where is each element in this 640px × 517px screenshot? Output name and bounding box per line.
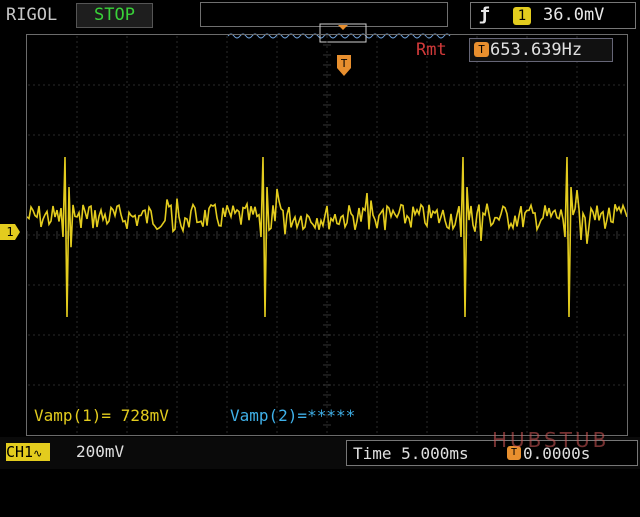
channel1-name: CH1 bbox=[6, 443, 34, 461]
vertical-scale[interactable]: 200mV bbox=[76, 442, 124, 461]
frequency-readout: T 653.639Hz bbox=[469, 38, 613, 62]
memory-depth-bar bbox=[200, 2, 451, 43]
measurement-vamp2: Vamp(2)=***** bbox=[230, 406, 356, 425]
channel1-ground-marker[interactable]: 1 bbox=[0, 224, 20, 240]
waveform-grid bbox=[26, 34, 628, 433]
ac-coupling-icon: ∿ bbox=[33, 447, 43, 460]
remote-mode-label: Rmt bbox=[416, 40, 447, 60]
time-label: Time bbox=[353, 444, 392, 463]
watermark-logo: HUBSTUB bbox=[492, 428, 610, 452]
trigger-source-badge: 1 bbox=[513, 7, 531, 25]
trigger-level: 36.0mV bbox=[543, 5, 605, 25]
trigger-position-marker[interactable]: T bbox=[318, 36, 352, 81]
trigger-marker-label: T bbox=[341, 57, 348, 70]
measurement-vamp1: Vamp(1)= 728mV bbox=[34, 406, 169, 425]
time-scale: 5.000ms bbox=[401, 444, 469, 463]
rising-edge-icon: ƒ bbox=[479, 4, 490, 25]
brand-logo: RIGOL bbox=[6, 5, 58, 25]
channel1-label[interactable]: CH1∿ bbox=[6, 443, 50, 461]
run-state-indicator[interactable]: STOP bbox=[76, 3, 153, 28]
trigger-badge-icon: T bbox=[474, 42, 489, 57]
frequency-value: 653.639Hz bbox=[490, 40, 583, 60]
trigger-settings[interactable]: ƒ 1 36.0mV bbox=[470, 2, 636, 29]
waveform-area[interactable] bbox=[26, 34, 628, 436]
